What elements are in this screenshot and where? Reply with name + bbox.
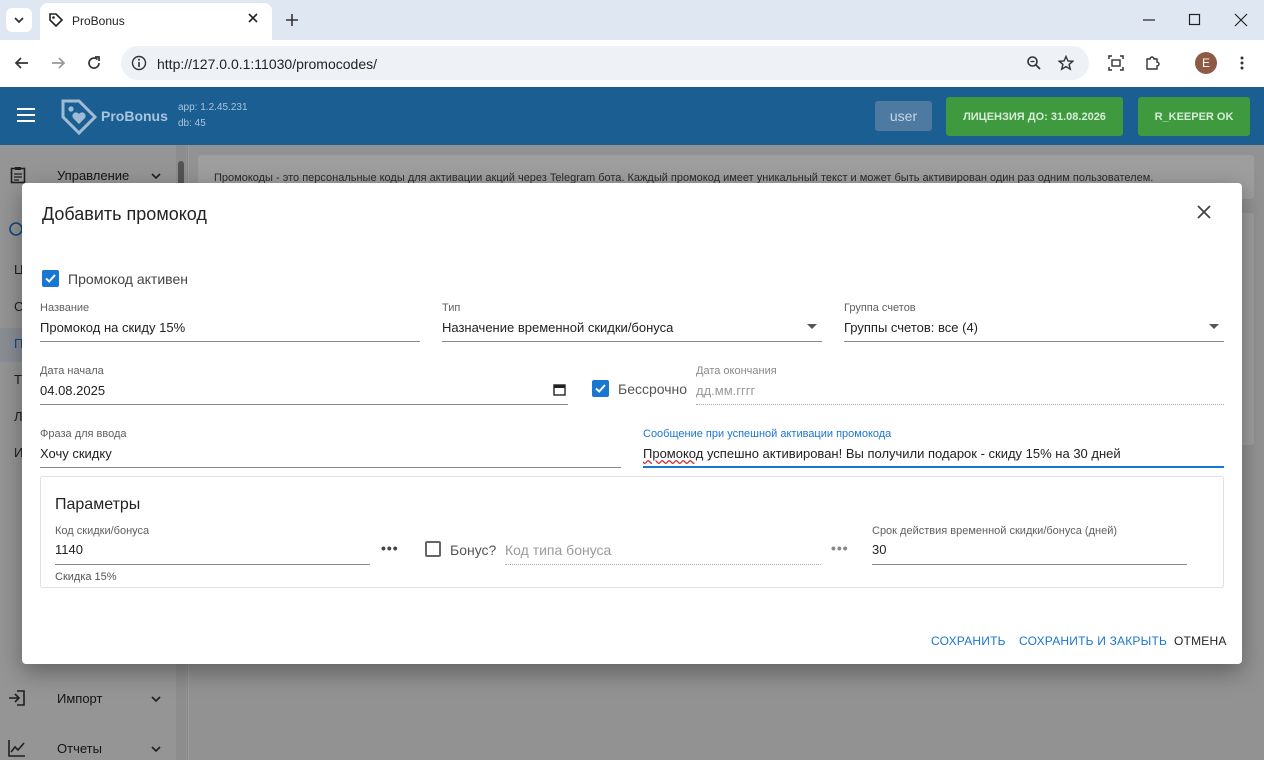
params-section: Параметры Код скидки/бонуса 1140 ••• Ски… [40,476,1224,588]
phrase-input[interactable]: Хочу скидку [40,446,112,461]
db-version: db: 45 [178,118,206,129]
duration-input[interactable]: 30 [872,542,886,557]
hamburger-menu-icon[interactable] [16,107,36,128]
group-select[interactable]: Группы счетов: все (4) [844,320,978,335]
add-promocode-dialog: Добавить промокод Промокод активен Назва… [22,183,1242,664]
close-icon[interactable] [1197,205,1211,224]
start-date-label: Дата начала [40,365,104,377]
site-info-icon[interactable] [131,55,147,76]
profile-initial: E [1201,56,1210,70]
duration-label: Срок действия временной скидки/бонуса (д… [872,525,1118,537]
name-underline [40,341,420,342]
logo-text: ProBonus [101,108,168,124]
message-underline [643,466,1224,468]
forward-arrow-icon[interactable] [50,55,66,76]
window-close-icon[interactable] [1234,13,1248,32]
group-underline [844,341,1224,342]
calendar-icon[interactable] [553,383,566,401]
rkeeper-button-label: R_KEEPER OK [1154,110,1234,123]
bookmark-star-icon[interactable] [1057,54,1075,76]
type-label: Тип [442,302,461,314]
browser-tab[interactable]: ProBonus [40,3,272,40]
license-button-label: ЛИЦЕНЗИЯ ДО: 31.08.2026 [963,110,1106,123]
bonus-checkbox[interactable] [425,541,441,557]
cancel-button[interactable]: ОТМЕНА [1174,634,1227,648]
active-checkbox[interactable] [42,270,59,287]
tab-close-icon[interactable] [246,11,260,30]
message-label: Сообщение при успешной активации промоко… [643,428,892,440]
end-date-underline [696,404,1224,405]
name-input[interactable]: Промокод на скиду 15% [40,320,185,335]
end-date-input[interactable]: дд.мм.гггг [696,383,755,398]
profile-avatar[interactable]: E [1195,52,1217,74]
bonus-type-input[interactable]: Код типа бонуса [505,542,611,558]
save-button[interactable]: СОХРАНИТЬ [931,634,1006,648]
type-dropdown-icon[interactable] [807,324,817,329]
end-date-label: Дата окончания [696,365,777,377]
phrase-underline [40,467,621,468]
window-maximize-icon[interactable] [1188,13,1202,32]
duration-underline [872,564,1187,565]
app-version: app: 1.2.45.231 [178,102,248,113]
unlimited-checkbox-label: Бессрочно [618,381,688,397]
start-date-underline [40,404,568,405]
reload-icon[interactable] [86,55,102,76]
license-button[interactable]: ЛИЦЕНЗИЯ ДО: 31.08.2026 [946,97,1123,136]
message-input[interactable]: Промокод успешно активирован! Вы получил… [643,446,1121,461]
name-label: Название [40,302,90,314]
probonus-logo-icon [60,97,98,140]
group-dropdown-icon[interactable] [1209,324,1219,329]
discount-code-more-icon[interactable]: ••• [381,540,399,556]
active-checkbox-label: Промокод активен [68,271,188,287]
tab-search-chevron-icon[interactable] [6,8,32,32]
screenshot-capture-icon[interactable] [1108,55,1124,76]
bonus-checkbox-label: Бонус? [450,542,497,558]
extensions-puzzle-icon[interactable] [1144,55,1160,76]
back-arrow-icon[interactable] [14,55,30,76]
dialog-title: Добавить промокод [42,204,207,224]
window-minimize-icon[interactable] [1142,13,1156,32]
discount-code-label: Код скидки/бонуса [55,525,150,537]
message-rest: успешно активирован! Вы получили подарок… [703,446,1121,461]
save-and-close-button[interactable]: СОХРАНИТЬ И ЗАКРЫТЬ [1019,634,1167,648]
browser-menu-icon[interactable] [1234,55,1250,76]
tab-title: ProBonus [72,14,125,28]
discount-code-helper: Скидка 15% [55,571,117,583]
type-underline [442,341,822,342]
unlimited-checkbox[interactable] [592,380,609,397]
type-select[interactable]: Назначение временной скидки/бонуса [442,320,673,335]
url-text[interactable]: http://127.0.0.1:11030/promocodes/ [157,56,377,72]
group-label: Группа счетов [844,302,916,314]
rkeeper-status-button[interactable]: R_KEEPER OK [1138,97,1250,136]
start-date-input[interactable]: 04.08.2025 [40,383,105,398]
new-tab-plus-icon[interactable] [284,12,300,33]
phrase-label: Фраза для ввода [40,428,127,440]
app-header: ProBonus app: 1.2.45.231 db: 45 user ЛИЦ… [0,87,1264,145]
discount-code-input[interactable]: 1140 [55,542,83,557]
discount-code-underline [55,564,370,565]
browser-tab-strip: ProBonus [0,0,1264,40]
probonus-tab-icon [48,12,64,33]
message-first-word: Промокод [643,446,704,461]
params-title: Параметры [55,496,141,513]
bonus-type-more-icon[interactable]: ••• [831,540,849,556]
zoom-icon[interactable] [1026,55,1042,76]
user-button-label: user [889,108,918,124]
user-button[interactable]: user [875,101,932,131]
bonus-type-underline [505,564,821,565]
url-omnibox[interactable]: http://127.0.0.1:11030/promocodes/ [121,46,1089,80]
